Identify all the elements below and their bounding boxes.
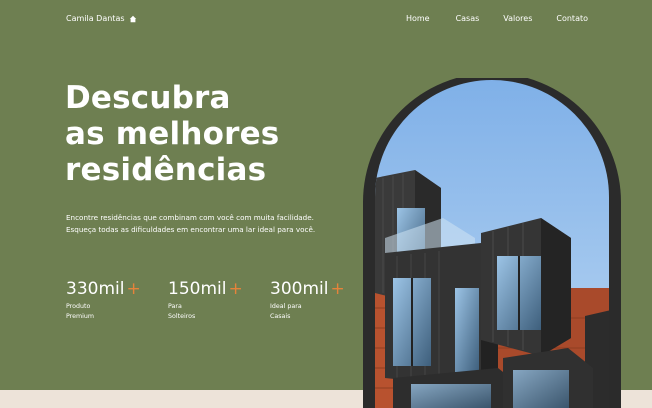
stat-value: 330mil [66, 279, 125, 299]
nav-casas[interactable]: Casas [456, 14, 480, 23]
nav-valores[interactable]: Valores [503, 14, 532, 23]
stat-value: 150mil [168, 279, 227, 299]
nav-home[interactable]: Home [406, 14, 430, 23]
stat-plus: + [126, 279, 141, 299]
stats-row: 330mil + Produto Premium 150mil + Para Sol… [66, 279, 372, 321]
stat-label: Produto [66, 303, 91, 310]
hero-title-line: Descubra [65, 80, 231, 116]
brand-name: Camila Dantas [66, 14, 125, 23]
stat-premium: 330mil + Produto Premium [66, 279, 168, 321]
arch-image-frame [363, 78, 621, 408]
hero-title-line: residências [65, 152, 267, 188]
stat-solteiros: 150mil + Para Solteiros [168, 279, 270, 321]
hero-title: Descubra as melhores residências [65, 80, 279, 188]
stat-label: Ideal para [270, 303, 302, 310]
stat-label: Solteiros [168, 312, 196, 320]
stat-label: Para [168, 303, 182, 310]
stat-label: Premium [66, 312, 95, 320]
hero-description: Encontre residências que combinam com vo… [66, 213, 316, 235]
brand-logo[interactable]: Camila Dantas [66, 14, 137, 23]
stat-label: Casais [270, 312, 291, 320]
house-icon [129, 15, 136, 22]
building-photo [363, 78, 621, 408]
stat-plus: + [228, 279, 243, 299]
stat-value: 300mil [270, 279, 329, 299]
hero-title-line: as melhores [65, 116, 280, 152]
main-nav: Home Casas Valores Contato [406, 14, 588, 23]
stat-plus: + [330, 279, 345, 299]
nav-contato[interactable]: Contato [556, 14, 588, 23]
stat-casais: 300mil + Ideal para Casais [270, 279, 372, 321]
